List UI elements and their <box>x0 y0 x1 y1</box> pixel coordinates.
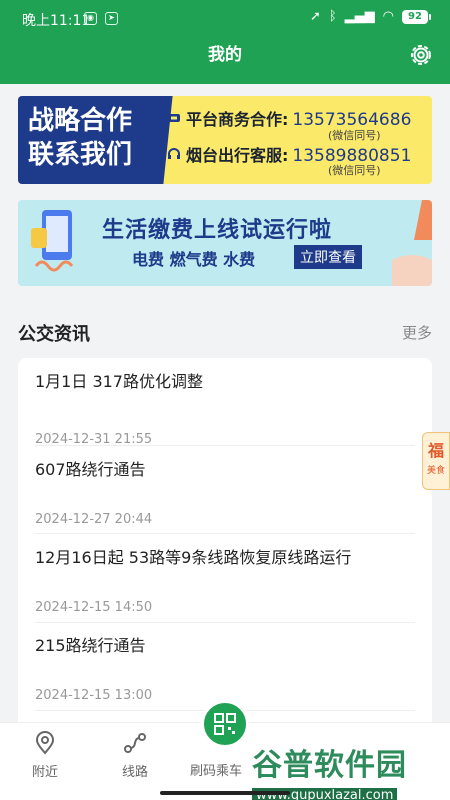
status-bar: 晚上11:11 ◉ ➤ ➚ ᛒ ▂▄▆ ◠ 92 <box>0 0 450 40</box>
news-section-title: 公交资讯 <box>18 324 90 345</box>
phone-illustration-icon <box>31 210 74 272</box>
divider <box>35 622 415 623</box>
payment-items: 电费 燃气费 水费 <box>132 250 256 269</box>
cooperation-banner[interactable]: 战略合作 联系我们 平台商务合作: 13573564686 (微信同号) 烟台出… <box>18 96 432 184</box>
decorative-shape-icon <box>392 200 432 286</box>
scan-to-ride-button[interactable] <box>201 700 249 748</box>
floating-promo-button[interactable]: 福 美食 <box>422 432 450 490</box>
wifi-icon: ◠ <box>382 9 394 24</box>
news-item[interactable]: 215路绕行通告 2024-12-15 13:00 <box>35 632 415 703</box>
handshake-icon <box>168 114 180 122</box>
home-indicator <box>160 791 290 795</box>
news-item[interactable]: 12月16日起 53路等9条线路恢复原线路运行 2024-12-15 14:50 <box>35 544 415 615</box>
page-title: 我的 <box>208 45 242 65</box>
location-icon: ➚ <box>309 9 321 24</box>
payment-title: 生活缴费上线试运行啦 <box>102 218 333 243</box>
contact-us-block: 战略合作 联系我们 <box>18 96 158 184</box>
send-notification-icon: ➤ <box>105 12 118 25</box>
utility-payment-banner[interactable]: 生活缴费上线试运行啦 电费 燃气费 水费 立即查看 <box>18 200 432 286</box>
news-more-link[interactable]: 更多 <box>402 322 432 343</box>
header: 晚上11:11 ◉ ➤ ➚ ᛒ ▂▄▆ ◠ 92 我的 <box>0 0 450 84</box>
view-now-button[interactable]: 立即查看 <box>294 245 362 269</box>
divider <box>35 533 415 534</box>
headset-icon <box>168 148 180 159</box>
settings-gear-icon[interactable] <box>408 42 434 68</box>
tab-routes[interactable]: 线路 <box>100 731 170 780</box>
bluetooth-icon: ᛒ <box>328 9 337 24</box>
news-item[interactable]: 1月1日 317路优化调整 2024-12-31 21:55 <box>35 368 415 447</box>
qr-code-icon <box>214 713 236 735</box>
location-pin-icon <box>35 731 55 755</box>
tab-nearby[interactable]: 附近 <box>10 731 80 780</box>
scan-to-ride-label: 刷码乘车 <box>190 764 243 779</box>
news-list: 1月1日 317路优化调整 2024-12-31 21:55 607路绕行通告 … <box>18 358 432 738</box>
app-notification-icon: ◉ <box>84 12 97 25</box>
news-item[interactable]: 607路绕行通告 2024-12-27 20:44 <box>35 456 415 527</box>
route-icon <box>124 733 146 753</box>
signal-icon: ▂▄▆ <box>344 9 375 24</box>
battery-icon: 92 <box>402 9 431 24</box>
status-time: 晚上11:11 <box>22 13 91 29</box>
divider <box>35 445 415 446</box>
